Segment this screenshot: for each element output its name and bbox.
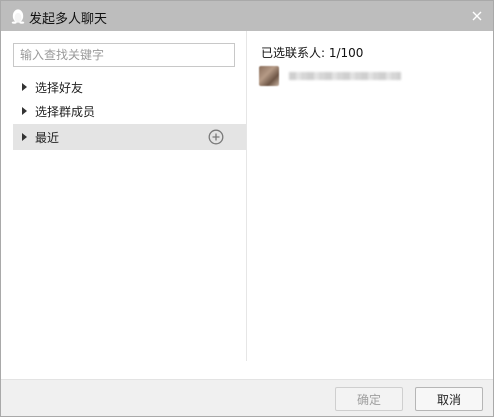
avatar xyxy=(259,66,279,86)
tree-item-label: 最近 xyxy=(35,130,60,145)
search-input[interactable] xyxy=(13,43,235,67)
penguin-icon xyxy=(11,9,25,24)
tree-item-group-members[interactable]: 选择群成员 xyxy=(13,98,246,124)
dialog-footer: 确定 取消 xyxy=(1,379,493,416)
multi-chat-dialog: 发起多人聊天 选择好友 选择群成员 最近 xyxy=(0,0,494,417)
selected-contacts-pane: 已选联系人: 1/100 xyxy=(247,31,493,361)
expand-arrow-icon[interactable] xyxy=(22,107,27,115)
selected-count-label: 已选联系人: 1/100 xyxy=(261,46,364,60)
expand-arrow-icon[interactable] xyxy=(22,133,27,141)
tree-item-label: 选择群成员 xyxy=(35,104,96,119)
selected-contact-item[interactable] xyxy=(259,63,489,89)
confirm-button[interactable]: 确定 xyxy=(335,387,403,411)
tree-item-recent[interactable]: 最近 xyxy=(13,124,246,150)
tree-item-label: 选择好友 xyxy=(35,80,84,95)
cancel-button[interactable]: 取消 xyxy=(415,387,483,411)
tree-item-friends[interactable]: 选择好友 xyxy=(13,74,246,100)
close-button[interactable] xyxy=(465,4,489,28)
dialog-content: 选择好友 选择群成员 最近 已选联系人: 1/100 xyxy=(1,31,493,381)
close-icon xyxy=(472,11,482,21)
blurred-contact-name xyxy=(289,72,401,80)
window-title: 发起多人聊天 xyxy=(29,12,108,27)
title-bar[interactable]: 发起多人聊天 xyxy=(1,1,493,31)
add-circle-icon[interactable] xyxy=(208,129,224,145)
contact-picker-pane: 选择好友 选择群成员 最近 xyxy=(1,31,247,361)
expand-arrow-icon[interactable] xyxy=(22,83,27,91)
